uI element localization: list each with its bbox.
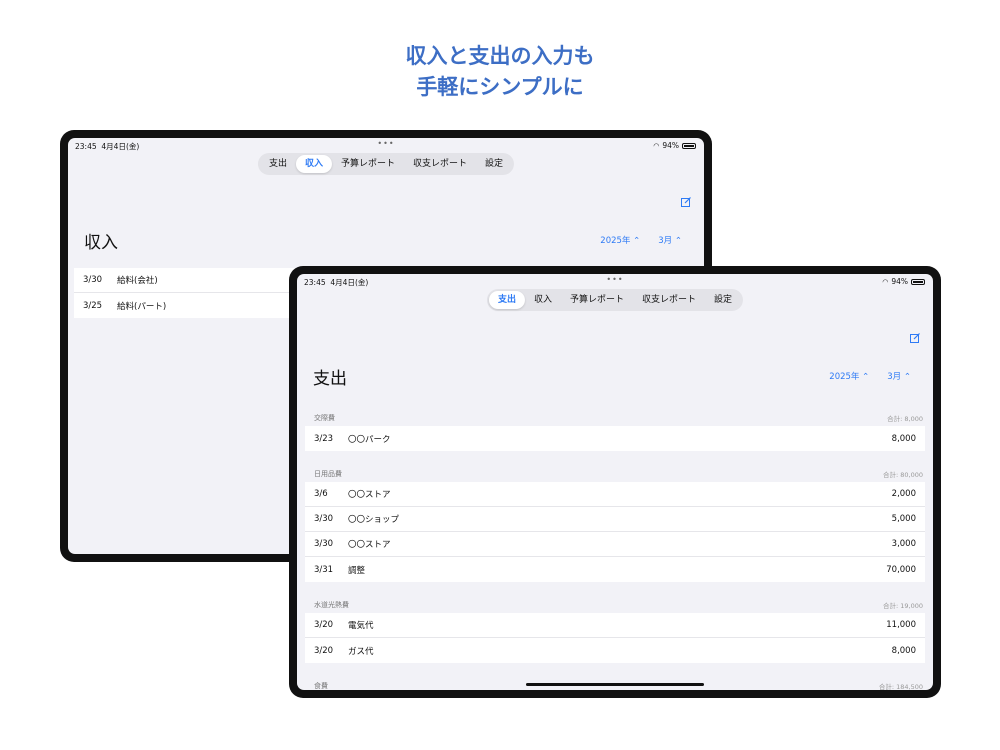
row-amount: 70,000 [886, 564, 916, 575]
period-selectors: 2025年 ⌃ 3月 ⌃ [829, 370, 911, 382]
row-name: 〇〇ショップ [348, 515, 400, 525]
list-item[interactable]: 3/20 ガス代 8,000 [305, 638, 925, 663]
headline-line1: 収入と支出の入力も [405, 43, 595, 68]
row-name: 電気代 [348, 621, 374, 631]
section-total: 合計: 184,500 [878, 682, 923, 691]
list-item[interactable]: 3/23 〇〇パーク 8,000 [305, 426, 925, 451]
list-item[interactable]: 3/20 電気代 11,000 [305, 613, 925, 638]
tab-balance-report[interactable]: 収支レポート [633, 291, 705, 309]
section-name: 交際費 [314, 413, 335, 422]
row-date: 3/23 [314, 433, 334, 444]
row-amount: 3,000 [891, 539, 916, 549]
year-selector[interactable]: 2025年 ⌃ [829, 370, 869, 382]
month-selector[interactable]: 3月 ⌃ [887, 370, 911, 382]
list-item[interactable]: 3/6 〇〇ストア 2,000 [305, 482, 925, 507]
row-name: 〇〇パーク [348, 434, 391, 445]
battery-icon [682, 142, 696, 149]
month-selector[interactable]: 3月 ⌃ [658, 234, 682, 246]
wifi-icon: ◠ [882, 277, 889, 286]
list-item[interactable]: 3/25 給料(パート) [74, 293, 314, 318]
row-name: 調整 [348, 565, 366, 576]
tab-budget-report[interactable]: 予算レポート [561, 291, 633, 309]
row-date: 3/20 [314, 645, 334, 656]
multitask-dots[interactable]: ••• [606, 275, 623, 284]
status-battery-text: 94% [662, 141, 679, 150]
tab-balance-report[interactable]: 収支レポート [404, 155, 476, 173]
section-card: 3/6 〇〇ストア 2,000 3/30 〇〇ショップ 5,000 3/30 〇… [305, 482, 925, 582]
row-date: 3/30 [83, 275, 103, 285]
page: 収入と支出の入力も 手軽にシンプルに 23:45 4月4日(金) ••• ◠ 9… [0, 0, 1000, 750]
row-date: 3/30 [314, 539, 334, 549]
row-date: 3/31 [314, 564, 334, 575]
status-bar: 23:45 4月4日(金) ••• ◠ 94% [297, 274, 933, 288]
row-name: 〇〇ストア [348, 540, 391, 550]
page-title: 支出 [313, 369, 347, 389]
page-title: 収入 [84, 233, 118, 253]
section-card: 3/20 電気代 11,000 3/20 ガス代 8,000 [305, 613, 925, 663]
status-time: 23:45 4月4日(金) [304, 278, 369, 287]
section-name: 食費 [314, 681, 328, 690]
multitask-dots[interactable]: ••• [377, 139, 394, 148]
tablet-expense: 23:45 4月4日(金) ••• ◠ 94% 支出 収入 予算レポート 収支レ… [289, 266, 941, 698]
status-right: ◠ 94% [882, 277, 925, 286]
income-list: 3/30 給料(会社) 3/25 給料(パート) [74, 268, 314, 318]
tab-income[interactable]: 収入 [295, 155, 332, 173]
list-item[interactable]: 3/30 〇〇ストア 3,000 [305, 532, 925, 557]
tab-settings[interactable]: 設定 [476, 155, 512, 173]
tab-settings[interactable]: 設定 [705, 291, 741, 309]
row-name: ガス代 [348, 646, 374, 657]
segment-tabs: 支出 収入 予算レポート 収支レポート 設定 [486, 289, 744, 311]
segment-tabs: 支出 収入 予算レポート 収支レポート 設定 [257, 153, 515, 175]
wifi-icon: ◠ [653, 141, 660, 150]
headline-line2: 手軽にシンプルに [416, 74, 584, 99]
section-total: 合計: 19,000 [883, 601, 923, 610]
row-name: 給料(会社) [117, 276, 158, 286]
year-selector[interactable]: 2025年 ⌃ [600, 234, 640, 246]
list-item[interactable]: 3/30 給料(会社) [74, 268, 314, 293]
battery-icon [911, 278, 925, 285]
status-battery-text: 94% [891, 277, 908, 286]
row-name: 給料(パート) [117, 301, 167, 312]
section-total: 合計: 8,000 [887, 414, 923, 423]
period-selectors: 2025年 ⌃ 3月 ⌃ [600, 234, 682, 246]
section-header: 水道光熱費 合計: 19,000 [305, 596, 925, 613]
section-name: 日用品費 [314, 469, 342, 478]
status-bar: 23:45 4月4日(金) ••• ◠ 94% [68, 138, 704, 152]
home-indicator[interactable] [526, 683, 704, 686]
status-time: 23:45 4月4日(金) [75, 142, 140, 151]
section-total: 合計: 80,000 [883, 470, 923, 479]
status-right: ◠ 94% [653, 141, 696, 150]
row-date: 3/25 [83, 300, 103, 311]
tab-expense[interactable]: 支出 [260, 155, 296, 173]
tab-income[interactable]: 収入 [525, 291, 561, 309]
headline: 収入と支出の入力も 手軽にシンプルに [0, 40, 1000, 102]
expense-sections: 交際費 合計: 8,000 3/23 〇〇パーク 8,000 日用品費 合計: … [305, 409, 925, 690]
row-date: 3/6 [314, 489, 328, 499]
section-header: 交際費 合計: 8,000 [305, 409, 925, 426]
edit-icon[interactable] [680, 196, 692, 208]
row-amount: 5,000 [891, 514, 916, 524]
section-card: 3/23 〇〇パーク 8,000 [305, 426, 925, 451]
tab-expense[interactable]: 支出 [488, 291, 525, 309]
edit-icon[interactable] [909, 332, 921, 344]
section-header: 日用品費 合計: 80,000 [305, 465, 925, 482]
row-date: 3/30 [314, 514, 334, 524]
row-amount: 2,000 [891, 489, 916, 499]
tab-budget-report[interactable]: 予算レポート [332, 155, 404, 173]
row-amount: 8,000 [891, 433, 916, 444]
row-date: 3/20 [314, 620, 334, 630]
list-item[interactable]: 3/31 調整 70,000 [305, 557, 925, 582]
row-amount: 8,000 [891, 645, 916, 656]
section-name: 水道光熱費 [314, 600, 349, 609]
row-name: 〇〇ストア [348, 490, 391, 500]
list-item[interactable]: 3/30 〇〇ショップ 5,000 [305, 507, 925, 532]
expense-screen: 23:45 4月4日(金) ••• ◠ 94% 支出 収入 予算レポート 収支レ… [297, 274, 933, 690]
row-amount: 11,000 [886, 620, 916, 630]
